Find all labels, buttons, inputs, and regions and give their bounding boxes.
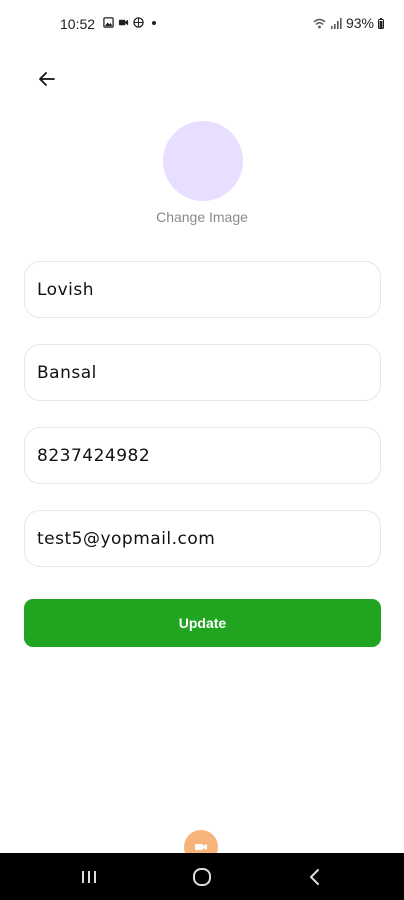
change-image-link[interactable]: Change Image xyxy=(0,209,404,225)
more-notifications-dot xyxy=(152,20,156,25)
first-name-input[interactable] xyxy=(25,262,380,317)
home-icon xyxy=(193,867,211,886)
recent-apps-button[interactable] xyxy=(59,853,119,900)
system-status: 93% xyxy=(313,15,384,31)
notification-icons xyxy=(103,17,156,28)
video-icon xyxy=(118,19,129,26)
arrow-left-icon xyxy=(39,72,55,86)
status-bar: 10:52 93% xyxy=(0,0,404,48)
globe-icon xyxy=(133,17,144,28)
phone-input[interactable] xyxy=(25,428,380,483)
back-icon xyxy=(310,868,319,885)
phone-field xyxy=(24,427,381,484)
wifi-icon xyxy=(313,18,326,28)
update-button[interactable]: Update xyxy=(24,599,381,647)
last-name-field xyxy=(24,344,381,401)
system-nav-bar xyxy=(0,853,404,900)
status-time: 10:52 xyxy=(60,16,96,32)
video-icon xyxy=(195,844,207,850)
battery-percent: 93% xyxy=(345,15,374,31)
email-field xyxy=(24,510,381,567)
battery-icon xyxy=(378,17,384,29)
nav-back-button[interactable] xyxy=(285,853,345,900)
signal-icon xyxy=(330,17,342,29)
email-input[interactable] xyxy=(25,511,380,566)
gallery-icon xyxy=(103,17,114,28)
back-button[interactable] xyxy=(30,62,64,96)
first-name-field xyxy=(24,261,381,318)
avatar[interactable] xyxy=(163,121,243,201)
home-button[interactable] xyxy=(172,853,232,900)
last-name-input[interactable] xyxy=(25,345,380,400)
recent-apps-icon xyxy=(82,870,96,883)
